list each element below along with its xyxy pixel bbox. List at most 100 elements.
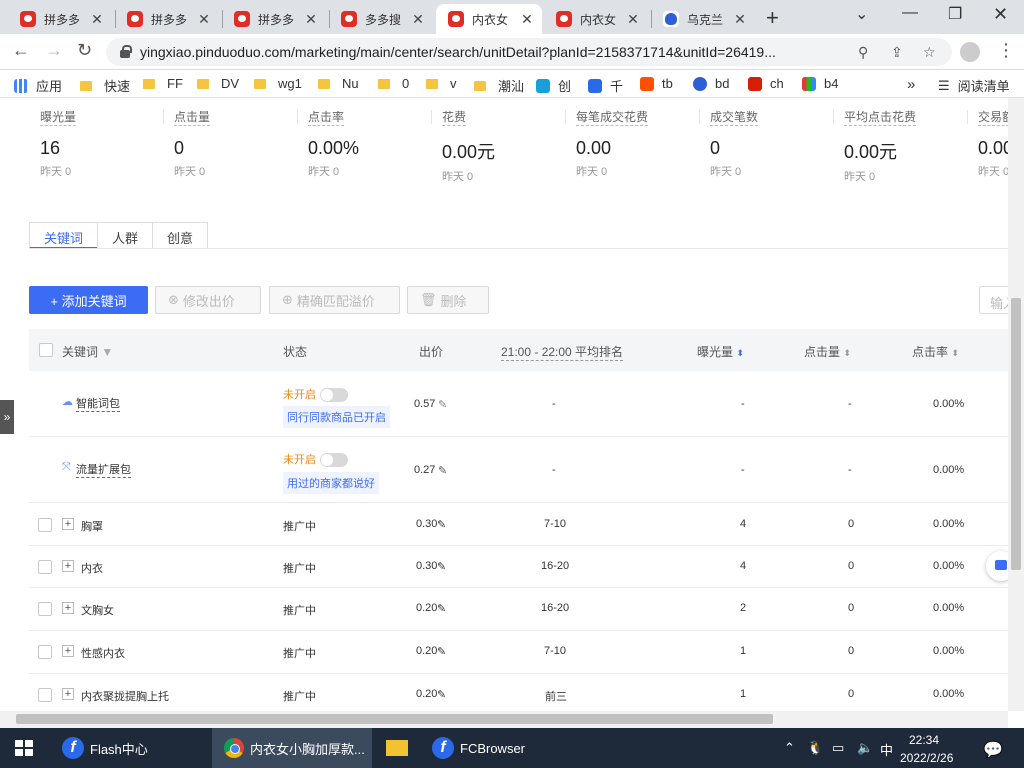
bookmark-item[interactable]: ch: [748, 76, 784, 91]
bookmark-item[interactable]: b4: [802, 76, 838, 91]
col-clicks[interactable]: 点击量 ⬍: [804, 343, 851, 360]
ime-indicator[interactable]: 中: [880, 740, 893, 759]
taskbar-flash-center[interactable]: f Flash中心: [56, 728, 206, 768]
row-checkbox[interactable]: [38, 645, 52, 659]
vertical-scroll-thumb[interactable]: [1011, 298, 1021, 570]
expand-button[interactable]: +: [62, 518, 74, 530]
bookmark-folder[interactable]: DV: [197, 76, 239, 91]
baidu-icon: [693, 76, 707, 91]
row-checkbox[interactable]: [38, 560, 52, 574]
expand-sidebar-button[interactable]: »: [0, 400, 14, 434]
browser-tab-active[interactable]: 内衣女 ✕: [436, 4, 542, 34]
browser-tab[interactable]: 乌克兰 ✕: [651, 4, 755, 34]
taskbar-clock[interactable]: 22:34 2022/2/26: [900, 731, 953, 767]
chrome-icon: [224, 738, 244, 758]
enable-toggle[interactable]: [320, 453, 348, 468]
tab-creative[interactable]: 创意: [152, 222, 209, 249]
filter-icon[interactable]: ▼: [101, 345, 113, 359]
network-icon[interactable]: ▭: [832, 740, 844, 756]
menu-icon[interactable]: ⋮: [997, 40, 1015, 61]
row-checkbox[interactable]: [38, 688, 52, 702]
browser-tab[interactable]: 多多搜 ✕: [329, 4, 433, 34]
browser-tab[interactable]: 拼多多 ✕: [222, 4, 326, 34]
enable-toggle[interactable]: [320, 388, 348, 403]
modify-bid-button[interactable]: ⊗ 修改出价: [155, 286, 261, 314]
row-checkbox[interactable]: [38, 602, 52, 616]
taskbar-explorer[interactable]: [378, 728, 418, 768]
url-bar[interactable]: yingxiao.pinduoduo.com/marketing/main/ce…: [106, 38, 952, 66]
col-impressions[interactable]: 曝光量 ⬍: [697, 343, 744, 360]
bookmark-apps[interactable]: 应用: [14, 76, 62, 95]
browser-tab[interactable]: 拼多多 ✕: [115, 4, 219, 34]
col-keyword[interactable]: 关键词 ▼: [62, 343, 113, 360]
share-icon[interactable]: ⇪: [891, 44, 903, 61]
restore-button[interactable]: ❐: [948, 4, 962, 24]
bookmark-folder[interactable]: v: [426, 76, 457, 91]
bookmark-folder[interactable]: 潮汕: [474, 76, 524, 95]
col-ctr[interactable]: 点击率 ⬍: [912, 343, 959, 360]
close-icon[interactable]: ✕: [411, 11, 425, 28]
add-keyword-button[interactable]: + 添加关键词: [29, 286, 148, 314]
close-icon[interactable]: ✕: [520, 11, 534, 28]
address-bar-row: ← → ↻ yingxiao.pinduoduo.com/marketing/m…: [0, 34, 1024, 70]
edit-icon[interactable]: ✎: [437, 518, 446, 531]
back-button[interactable]: ←: [12, 40, 30, 61]
taskbar-fcbrowser[interactable]: f FCBrowser: [426, 728, 566, 768]
edit-icon[interactable]: ✎: [438, 464, 447, 477]
show-hidden-icons[interactable]: ⌃: [784, 740, 795, 756]
delete-button[interactable]: 🗑 删除: [407, 286, 489, 314]
edit-icon[interactable]: ✎: [437, 560, 446, 573]
edit-icon[interactable]: ✎: [437, 688, 446, 701]
qq-icon[interactable]: 🐧: [807, 740, 823, 756]
close-icon[interactable]: ✕: [197, 11, 211, 28]
sort-icon[interactable]: ⬍: [736, 348, 744, 358]
reload-button[interactable]: ↻: [77, 40, 92, 61]
close-icon[interactable]: ✕: [733, 11, 747, 28]
close-icon[interactable]: ✕: [90, 11, 104, 28]
bookmark-folder[interactable]: FF: [143, 76, 183, 91]
close-icon[interactable]: ✕: [304, 11, 318, 28]
volume-icon[interactable]: 🔈: [857, 740, 873, 756]
reading-list[interactable]: ☰ 阅读清单: [938, 76, 1010, 95]
bookmark-item[interactable]: 创: [536, 76, 571, 95]
bookmark-item[interactable]: 千: [588, 76, 623, 95]
forward-button[interactable]: →: [45, 40, 63, 61]
exact-match-premium-button[interactable]: ⊕ 精确匹配溢价: [269, 286, 400, 314]
more-bookmarks-icon[interactable]: »: [907, 76, 915, 93]
browser-tab[interactable]: 拼多多 ✕: [8, 4, 112, 34]
edit-icon[interactable]: ✎: [437, 645, 446, 658]
edit-icon[interactable]: ✎: [438, 398, 447, 411]
tab-audience[interactable]: 人群: [97, 222, 154, 249]
url-text[interactable]: yingxiao.pinduoduo.com/marketing/main/ce…: [140, 44, 870, 60]
bookmark-folder[interactable]: 0: [378, 76, 409, 91]
edit-icon[interactable]: ✎: [437, 602, 446, 615]
new-tab-button[interactable]: +: [766, 5, 779, 31]
row-checkbox[interactable]: [38, 518, 52, 532]
bookmark-item[interactable]: tb: [640, 76, 673, 91]
taskbar-chrome[interactable]: 内衣女小胸加厚款...: [212, 728, 372, 768]
horizontal-scroll-thumb[interactable]: [16, 714, 773, 724]
bookmark-folder[interactable]: Nu: [318, 76, 359, 91]
expand-button[interactable]: +: [62, 688, 74, 700]
star-icon[interactable]: ☆: [923, 44, 936, 61]
tab-keywords[interactable]: 关键词: [29, 222, 99, 249]
select-all-checkbox[interactable]: [39, 343, 53, 357]
tab-search-icon[interactable]: ⌄: [855, 4, 868, 24]
expand-button[interactable]: +: [62, 645, 74, 657]
expand-button[interactable]: +: [62, 560, 74, 572]
bookmark-folder[interactable]: 快速: [80, 76, 130, 95]
keyword-search-input[interactable]: 输入: [979, 286, 1008, 314]
profile-avatar[interactable]: [960, 42, 980, 62]
zoom-icon[interactable]: ⚲: [858, 44, 868, 61]
bookmark-folder[interactable]: wg1: [254, 76, 302, 91]
sort-icon[interactable]: ⬍: [843, 348, 851, 358]
close-icon[interactable]: ✕: [626, 11, 640, 28]
window-close-button[interactable]: ✕: [993, 4, 1008, 25]
windows-start-icon[interactable]: [15, 740, 33, 756]
expand-button[interactable]: +: [62, 602, 74, 614]
sort-icon[interactable]: ⬍: [951, 348, 959, 358]
notification-icon[interactable]: 💬: [983, 740, 1003, 760]
browser-tab[interactable]: 内衣女 ✕: [544, 4, 648, 34]
bookmark-item[interactable]: bd: [693, 76, 729, 91]
minimize-button[interactable]: —: [902, 4, 918, 22]
